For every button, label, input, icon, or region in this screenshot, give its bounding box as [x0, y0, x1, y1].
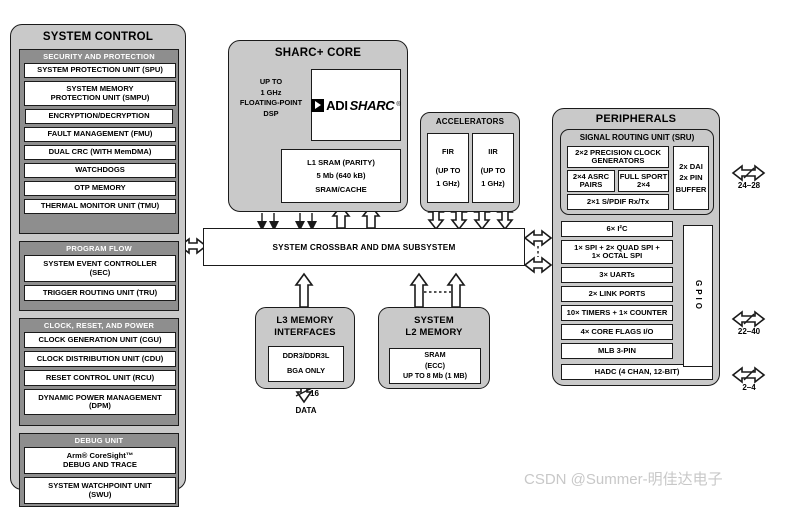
accelerator-detail: (UP TO 1 GHz) [435, 166, 461, 188]
unit-sec[interactable]: SYSTEM EVENT CONTROLLER (SEC) [24, 255, 176, 282]
gpio-pin-count-label: 22–40 [737, 327, 761, 336]
unit-smpu[interactable]: SYSTEM MEMORY PROTECTION UNIT (SMPU) [24, 81, 176, 106]
sru-precision-clock-generators[interactable]: 2×2 PRECISION CLOCK GENERATORS [567, 146, 669, 168]
unit-fmu[interactable]: FAULT MANAGEMENT (FMU) [24, 127, 176, 142]
group-title: SECURITY AND PROTECTION [43, 52, 155, 61]
accelerators-title: ACCELERATORS [435, 117, 505, 126]
sharc-core-panel: SHARC+ CORE UP TO 1 GHz FLOATING-POINT D… [228, 40, 408, 212]
peripheral-uarts[interactable]: 3× UARTs [561, 267, 673, 283]
sharc-product-text: SHARC [349, 97, 395, 113]
sru-asrc-pairs[interactable]: 2×4 ASRC PAIRS [567, 170, 615, 192]
unit-otp-memory[interactable]: OTP MEMORY [24, 181, 176, 196]
unit-rcu[interactable]: RESET CONTROL UNIT (RCU) [24, 370, 176, 386]
unit-tmu[interactable]: THERMAL MONITOR UNIT (TMU) [24, 199, 176, 214]
group-title: DEBUG UNIT [74, 436, 124, 445]
peripheral-link-ports[interactable]: 2× LINK PORTS [561, 286, 673, 302]
system-crossbar-dma-block[interactable]: SYSTEM CROSSBAR AND DMA SUBSYSTEM [203, 228, 525, 266]
accelerator-name: IIR [488, 146, 498, 156]
system-l2-memory-panel: SYSTEM L2 MEMORY SRAM (ECC) UP TO 8 Mb (… [378, 307, 490, 389]
sru-full-sport[interactable]: FULL SPORT 2×4 [618, 170, 669, 192]
l2-memory-title: SYSTEM L2 MEMORY [405, 314, 463, 337]
crossbar-label: SYSTEM CROSSBAR AND DMA SUBSYSTEM [272, 242, 456, 252]
block-diagram-canvas: .hol{fill:#ffffff;stroke:#1a1a1a;stroke-… [0, 0, 785, 507]
unit-spu[interactable]: SYSTEM PROTECTION UNIT (SPU) [24, 63, 176, 78]
crossbar-peripherals-arrows [523, 229, 553, 274]
peripheral-timers-counter[interactable]: 10× TIMERS + 1× COUNTER [561, 305, 673, 321]
accelerator-iir[interactable]: IIR (UP TO 1 GHz) [472, 133, 514, 203]
unit-coresight[interactable]: Arm® CoreSight™ DEBUG AND TRACE [24, 447, 176, 474]
unit-cgu[interactable]: CLOCK GENERATION UNIT (CGU) [24, 332, 176, 348]
registered-trademark-icon: ® [396, 102, 401, 108]
l2-sram-block[interactable]: SRAM (ECC) UP TO 8 Mb (1 MB) [389, 348, 481, 384]
peripheral-core-flags[interactable]: 4× CORE FLAGS I/O [561, 324, 673, 340]
memory-arrows [294, 272, 466, 308]
unit-dual-crc[interactable]: DUAL CRC (WITH MemDMA) [24, 145, 176, 160]
adi-triangle-icon [311, 98, 325, 112]
group-security-and-protection: SECURITY AND PROTECTION SYSTEM PROTECTIO… [19, 49, 179, 234]
accelerator-detail: (UP TO 1 GHz) [480, 166, 506, 188]
ddr-bus-label: DATA [295, 406, 317, 415]
sharc-core-title: SHARC+ CORE [274, 47, 362, 59]
accelerator-fir[interactable]: FIR (UP TO 1 GHz) [427, 133, 469, 203]
signal-routing-unit-panel: SIGNAL ROUTING UNIT (SRU) 2×2 PRECISION … [560, 129, 714, 215]
unit-swu[interactable]: SYSTEM WATCHPOINT UNIT (SWU) [24, 477, 176, 504]
peripherals-panel: PERIPHERALS SIGNAL ROUTING UNIT (SRU) 2×… [552, 108, 720, 386]
unit-watchdogs[interactable]: WATCHDOGS [24, 163, 176, 178]
peripheral-spi[interactable]: 1× SPI + 2× QUAD SPI + 1× OCTAL SPI [561, 240, 673, 264]
sharc-core-spec: UP TO 1 GHz FLOATING-POINT DSP [239, 77, 303, 119]
sru-title: SIGNAL ROUTING UNIT (SRU) [579, 133, 695, 142]
sru-dai-pin-buffer[interactable]: 2x DAI 2x PIN BUFFER [673, 146, 709, 210]
l3-memory-interfaces-panel: L3 MEMORY INTERFACES DDR3/DDR3L BGA ONLY [255, 307, 355, 389]
adi-sharc-logo: ADI SHARC ® [311, 98, 401, 113]
hadc-pin-count-label: 2–4 [742, 383, 756, 392]
adi-brand-text: ADI [326, 97, 348, 113]
system-control-panel: SYSTEM CONTROL SECURITY AND PROTECTION S… [10, 24, 186, 507]
ddr3-block[interactable]: DDR3/DDR3L BGA ONLY [268, 346, 344, 382]
external-io-arrows [731, 164, 766, 384]
system-control-title: SYSTEM CONTROL [42, 31, 154, 43]
gpio-block[interactable]: GPIO [683, 225, 713, 367]
ddr-bus-width-label: 16 [310, 389, 319, 398]
peripherals-title: PERIPHERALS [595, 113, 677, 125]
group-program-flow: PROGRAM FLOW SYSTEM EVENT CONTROLLER (SE… [19, 241, 179, 311]
unit-tru[interactable]: TRIGGER ROUTING UNIT (TRU) [24, 285, 176, 301]
dai-pin-count-label: 24–28 [737, 181, 761, 190]
l1-sram-block[interactable]: L1 SRAM (PARITY) 5 Mb (640 kB) SRAM/CACH… [281, 149, 401, 203]
sru-spdif[interactable]: 2×1 S/PDIF Rx/Tx [567, 194, 669, 210]
accelerator-name: FIR [442, 146, 454, 156]
unit-dpm[interactable]: DYNAMIC POWER MANAGEMENT (DPM) [24, 389, 176, 415]
group-clock-reset-power: CLOCK, RESET, AND POWER CLOCK GENERATION… [19, 318, 179, 426]
unit-encryption[interactable]: ENCRYPTION/DECRYPTION [25, 109, 173, 124]
group-debug-unit: DEBUG UNIT Arm® CoreSight™ DEBUG AND TRA… [19, 433, 179, 507]
unit-cdu[interactable]: CLOCK DISTRIBUTION UNIT (CDU) [24, 351, 176, 367]
peripheral-mlb[interactable]: MLB 3-PIN [561, 343, 673, 359]
peripheral-i2c[interactable]: 6× I²C [561, 221, 673, 237]
accelerators-panel: ACCELERATORS FIR (UP TO 1 GHz) IIR (UP T… [420, 112, 520, 212]
l3-memory-title: L3 MEMORY INTERFACES [274, 314, 336, 337]
gpio-label: GPIO [694, 279, 703, 312]
group-title: PROGRAM FLOW [66, 244, 132, 253]
group-title: CLOCK, RESET, AND POWER [43, 321, 155, 330]
adi-sharc-logo-box: ADI SHARC ® [311, 69, 401, 141]
watermark-text: CSDN @Summer-明佳达电子 [524, 471, 723, 488]
